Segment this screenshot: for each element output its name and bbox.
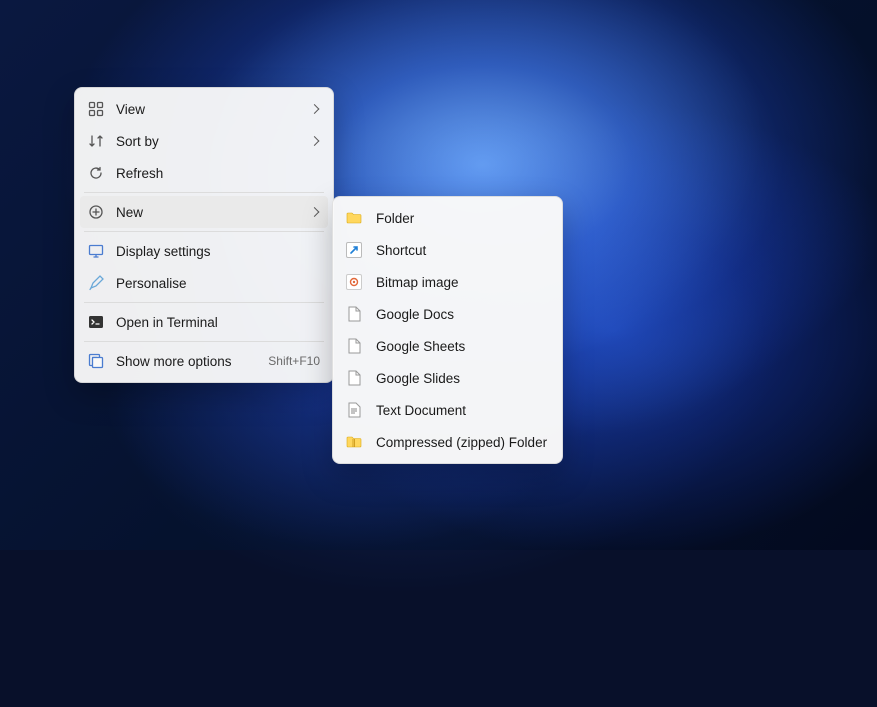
folder-icon	[346, 210, 362, 226]
submenu-item-compressed-folder[interactable]: Compressed (zipped) Folder	[338, 426, 557, 458]
menu-item-label: Display settings	[116, 244, 211, 259]
menu-separator	[84, 341, 324, 342]
submenu-item-label: Google Sheets	[376, 339, 465, 354]
menu-item-new[interactable]: New	[80, 196, 328, 228]
submenu-item-label: Compressed (zipped) Folder	[376, 435, 547, 450]
menu-item-display-settings[interactable]: Display settings	[80, 235, 328, 267]
submenu-item-folder[interactable]: Folder	[338, 202, 557, 234]
menu-item-label: Open in Terminal	[116, 315, 218, 330]
menu-item-view[interactable]: View	[80, 93, 328, 125]
submenu-item-label: Bitmap image	[376, 275, 459, 290]
menu-item-refresh[interactable]: Refresh	[80, 157, 328, 189]
submenu-item-text-document[interactable]: Text Document	[338, 394, 557, 426]
menu-item-open-in-terminal[interactable]: Open in Terminal	[80, 306, 328, 338]
submenu-item-label: Shortcut	[376, 243, 426, 258]
compressed-folder-icon	[346, 434, 362, 450]
menu-separator	[84, 302, 324, 303]
menu-separator	[84, 192, 324, 193]
sort-by-icon	[88, 133, 104, 149]
google-docs-icon	[346, 306, 362, 322]
menu-item-label: Show more options	[116, 354, 232, 369]
submenu-item-bitmap-image[interactable]: Bitmap image	[338, 266, 557, 298]
menu-item-label: Sort by	[116, 134, 159, 149]
submenu-item-label: Folder	[376, 211, 414, 226]
menu-item-sort-by[interactable]: Sort by	[80, 125, 328, 157]
submenu-item-google-slides[interactable]: Google Slides	[338, 362, 557, 394]
submenu-item-google-docs[interactable]: Google Docs	[338, 298, 557, 330]
new-submenu: Folder Shortcut Bitmap image Google Docs…	[332, 196, 563, 464]
menu-item-shortcut: Shift+F10	[268, 354, 320, 368]
submenu-item-google-sheets[interactable]: Google Sheets	[338, 330, 557, 362]
text-document-icon	[346, 402, 362, 418]
menu-item-label: Refresh	[116, 166, 163, 181]
refresh-icon	[88, 165, 104, 181]
menu-item-show-more-options[interactable]: Show more options Shift+F10	[80, 345, 328, 377]
display-settings-icon	[88, 243, 104, 259]
submenu-item-label: Text Document	[376, 403, 466, 418]
desktop-context-menu: View Sort by Refresh New Display setting…	[74, 87, 334, 383]
personalise-icon	[88, 275, 104, 291]
submenu-item-label: Google Slides	[376, 371, 460, 386]
new-icon	[88, 204, 104, 220]
terminal-icon	[88, 314, 104, 330]
shortcut-icon	[346, 242, 362, 258]
view-icon	[88, 101, 104, 117]
google-sheets-icon	[346, 338, 362, 354]
show-more-options-icon	[88, 353, 104, 369]
menu-item-label: New	[116, 205, 143, 220]
menu-item-personalise[interactable]: Personalise	[80, 267, 328, 299]
google-slides-icon	[346, 370, 362, 386]
menu-item-label: Personalise	[116, 276, 187, 291]
submenu-item-shortcut[interactable]: Shortcut	[338, 234, 557, 266]
submenu-item-label: Google Docs	[376, 307, 454, 322]
menu-separator	[84, 231, 324, 232]
menu-item-label: View	[116, 102, 145, 117]
bitmap-image-icon	[346, 274, 362, 290]
